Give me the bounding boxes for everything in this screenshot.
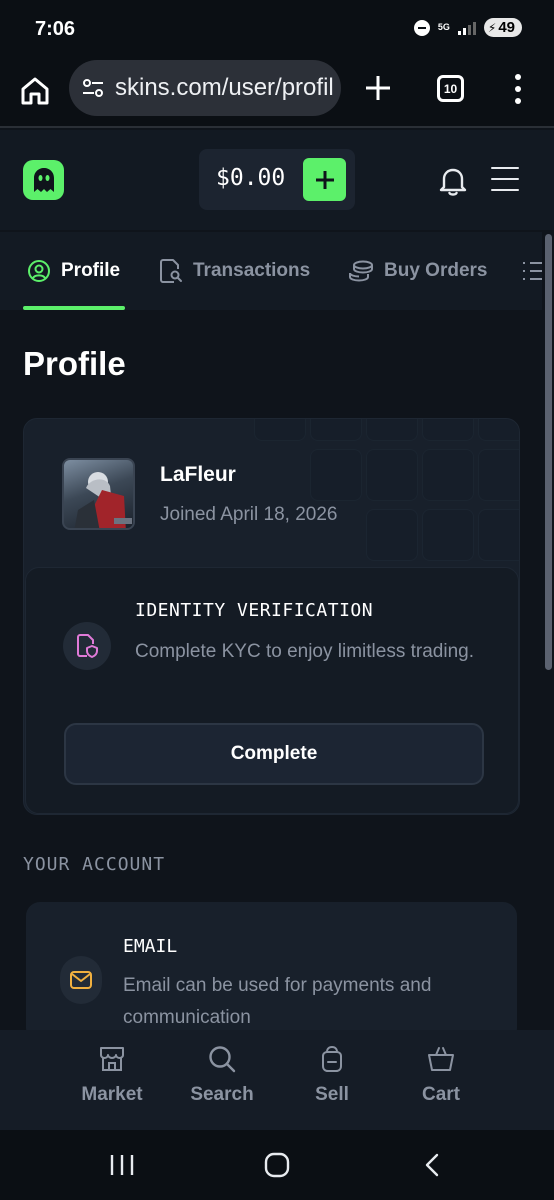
address-bar[interactable]: skins.com/user/profil	[69, 60, 341, 116]
add-funds-button[interactable]	[303, 158, 346, 201]
list-icon	[523, 262, 542, 280]
nav-label: Cart	[421, 1084, 460, 1105]
search-icon	[209, 1046, 236, 1073]
nav-label: Search	[190, 1084, 254, 1105]
plus-icon	[315, 170, 334, 189]
back-icon[interactable]	[422, 1152, 442, 1178]
nav-search[interactable]: Search	[177, 1044, 267, 1106]
tab-transactions[interactable]: Transactions	[159, 232, 310, 310]
url-text: skins.com/user/profil	[115, 74, 334, 101]
tab-label: Buy Orders	[384, 260, 488, 281]
charging-icon: ⚡	[487, 20, 497, 35]
avatar[interactable]	[62, 458, 135, 530]
sell-bag-icon	[322, 1045, 342, 1072]
wallet-balance[interactable]: $0.00	[199, 149, 355, 210]
tab-label: Transactions	[193, 260, 311, 281]
active-tab-indicator	[23, 306, 125, 310]
coins-icon	[349, 260, 373, 282]
bell-icon[interactable]	[438, 165, 468, 197]
email-card[interactable]: EMAIL Email can be used for payments and…	[26, 902, 517, 1042]
more-options-icon[interactable]	[508, 74, 528, 104]
ghost-logo-icon[interactable]	[23, 160, 64, 200]
hamburger-menu-icon[interactable]	[491, 167, 519, 191]
email-title: EMAIL	[123, 936, 178, 957]
signal-icon	[457, 21, 476, 35]
page-scrollbar[interactable]	[542, 232, 554, 1032]
profile-tabs: Profile Transactions Buy Orders	[0, 232, 542, 310]
joined-date: Joined April 18, 2026	[160, 504, 338, 525]
new-tab-icon[interactable]	[362, 72, 394, 104]
kyc-description: Complete KYC to enjoy limitless trading.	[135, 641, 474, 662]
balance-amount: $0.00	[216, 165, 286, 191]
system-navigation-bar	[0, 1130, 554, 1200]
do-not-disturb-icon	[413, 19, 430, 36]
tab-profile[interactable]: Profile	[27, 232, 120, 310]
basket-icon	[428, 1047, 454, 1071]
profile-card: LaFleur Joined April 18, 2026 IDENTITY V…	[23, 418, 520, 815]
document-search-icon	[160, 259, 182, 283]
status-bar: 7:06 5G ⚡ 49	[0, 0, 554, 60]
tab-more-list[interactable]	[521, 232, 542, 310]
card-background-pattern	[254, 419, 519, 569]
tab-switcher-button[interactable]: 10	[437, 75, 464, 102]
nav-cart[interactable]: Cart	[396, 1044, 486, 1106]
recent-apps-icon[interactable]	[109, 1153, 135, 1177]
nav-sell[interactable]: Sell	[287, 1044, 377, 1106]
document-shield-icon	[63, 622, 111, 670]
app-header: $0.00	[0, 130, 554, 230]
tab-label: Profile	[61, 260, 121, 281]
tab-buy-orders[interactable]: Buy Orders	[348, 232, 487, 310]
browser-toolbar: skins.com/user/profil 10	[0, 60, 554, 128]
email-description: Email can be used for payments and commu…	[123, 975, 432, 1028]
user-circle-icon	[28, 260, 50, 282]
kyc-title: IDENTITY VERIFICATION	[135, 600, 374, 621]
home-nav-icon[interactable]	[263, 1152, 291, 1178]
scrollbar-thumb[interactable]	[545, 234, 552, 670]
section-heading-your-account: YOUR ACCOUNT	[23, 854, 166, 875]
battery-level: 49	[498, 19, 515, 36]
mail-icon	[60, 956, 102, 1004]
status-icons: 5G ⚡ 49	[413, 18, 522, 37]
identity-verification-panel: IDENTITY VERIFICATION Complete KYC to en…	[25, 567, 519, 814]
nav-label: Sell	[315, 1084, 349, 1105]
bottom-navigation: Market Search Sell Cart	[0, 1030, 554, 1130]
username: LaFleur	[160, 463, 236, 486]
network-type: 5G	[437, 22, 450, 32]
complete-kyc-button[interactable]: Complete	[64, 723, 484, 785]
battery-indicator: ⚡ 49	[483, 18, 522, 37]
site-settings-icon[interactable]	[81, 76, 105, 100]
nav-market[interactable]: Market	[67, 1044, 157, 1106]
nav-label: Market	[81, 1084, 143, 1105]
home-icon[interactable]	[18, 74, 52, 108]
store-icon	[100, 1047, 124, 1071]
page-title: Profile	[23, 345, 126, 382]
status-time: 7:06	[35, 18, 76, 40]
